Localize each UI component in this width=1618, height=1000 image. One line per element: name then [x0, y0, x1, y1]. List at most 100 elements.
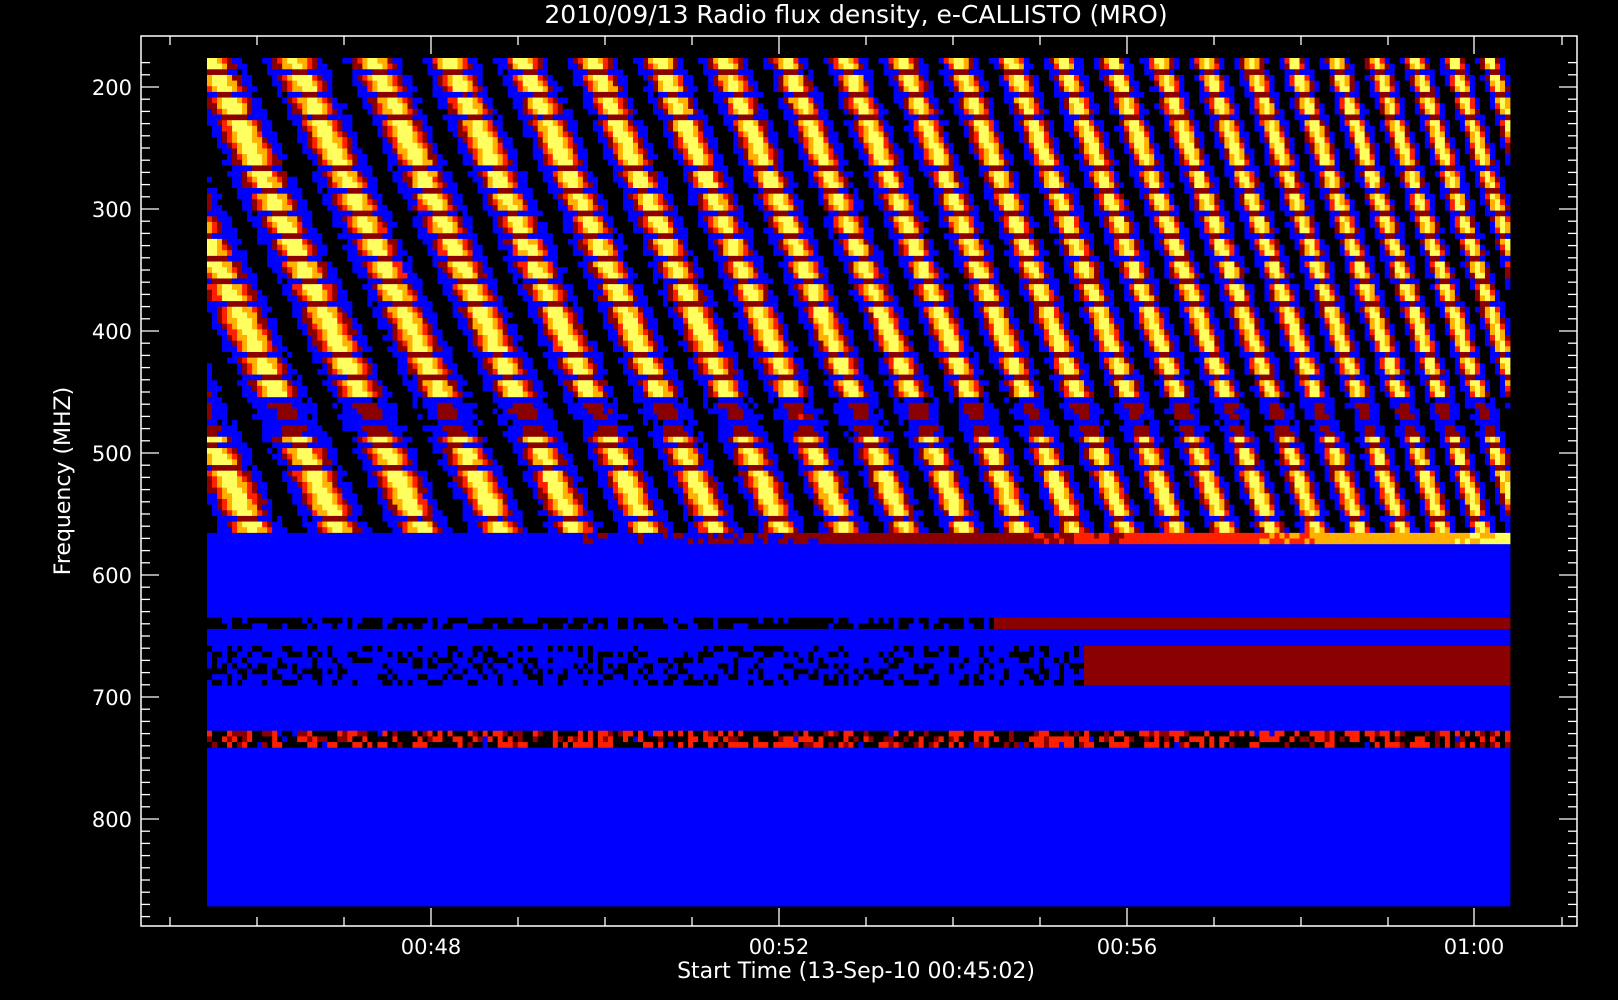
- heatmap-cell: [292, 137, 297, 143]
- heatmap-cell: [713, 154, 718, 160]
- heatmap-cell: [1320, 81, 1325, 87]
- heatmap-cell: [929, 86, 934, 92]
- heatmap-cell: [999, 92, 1004, 98]
- heatmap-cell: [1405, 143, 1410, 149]
- heatmap-cell: [237, 69, 242, 75]
- heatmap-cell: [1320, 143, 1325, 149]
- heatmap-cell: [1365, 98, 1370, 104]
- heatmap-cell: [1325, 137, 1330, 143]
- heatmap-cell: [1214, 69, 1219, 75]
- heatmap-cell: [1169, 154, 1174, 160]
- heatmap-cell: [1104, 98, 1109, 104]
- heatmap-cell: [483, 75, 488, 81]
- heatmap-cell: [708, 75, 713, 81]
- heatmap-cell: [1300, 92, 1305, 98]
- heatmap-cell: [538, 64, 543, 70]
- heatmap-cell: [1295, 98, 1300, 104]
- heatmap-cell: [528, 69, 533, 75]
- heatmap-cell: [322, 103, 327, 109]
- heatmap-cell: [1014, 103, 1019, 109]
- heatmap-cell: [808, 69, 813, 75]
- heatmap-cell: [768, 154, 773, 160]
- heatmap-cell: [1375, 92, 1380, 98]
- heatmap-cell: [909, 69, 914, 75]
- heatmap-cell: [869, 69, 874, 75]
- heatmap-cell: [588, 92, 593, 98]
- heatmap-cell: [864, 75, 869, 81]
- heatmap-cell: [237, 86, 242, 92]
- heatmap-cell: [643, 98, 648, 104]
- heatmap-cell: [929, 98, 934, 104]
- heatmap-cell: [798, 148, 803, 154]
- heatmap-cell: [307, 75, 312, 81]
- heatmap-cell: [833, 131, 838, 137]
- heatmap-cell: [1325, 69, 1330, 75]
- heatmap-cell: [638, 64, 643, 70]
- heatmap-cell: [984, 69, 989, 75]
- heatmap-cell: [703, 69, 708, 75]
- heatmap-cell: [312, 103, 317, 109]
- heatmap-cell: [758, 69, 763, 75]
- heatmap-cell: [638, 58, 643, 64]
- heatmap-cell: [242, 86, 247, 92]
- heatmap-cell: [302, 81, 307, 87]
- heatmap-cell: [1445, 126, 1450, 132]
- heatmap-cell: [282, 131, 287, 137]
- heatmap-cell: [528, 131, 533, 137]
- heatmap-cell: [372, 98, 377, 104]
- heatmap-cell: [1254, 75, 1259, 81]
- heatmap-cell: [488, 131, 493, 137]
- heatmap-cell: [1129, 120, 1134, 126]
- heatmap-cell: [1229, 131, 1234, 137]
- heatmap-cell: [954, 69, 959, 75]
- heatmap-cell: [1189, 98, 1194, 104]
- heatmap-cell: [553, 86, 558, 92]
- heatmap-cell: [1069, 126, 1074, 132]
- heatmap-cell: [989, 69, 994, 75]
- heatmap-cell: [277, 75, 282, 81]
- heatmap-cell: [959, 103, 964, 109]
- heatmap-cell: [412, 137, 417, 143]
- heatmap-cell: [1295, 143, 1300, 149]
- heatmap-cell: [1129, 137, 1134, 143]
- heatmap-cell: [1264, 58, 1269, 64]
- heatmap-cell: [929, 75, 934, 81]
- heatmap-cell: [1254, 148, 1259, 154]
- heatmap-cell: [1415, 148, 1420, 154]
- heatmap-cell: [1034, 143, 1039, 149]
- heatmap-cell: [423, 109, 428, 115]
- heatmap-cell: [478, 126, 483, 132]
- heatmap-cell: [884, 103, 889, 109]
- heatmap-cell: [1355, 92, 1360, 98]
- heatmap-cell: [548, 143, 553, 149]
- heatmap-cell: [1154, 81, 1159, 87]
- heatmap-cell: [879, 58, 884, 64]
- heatmap-cell: [407, 98, 412, 104]
- heatmap-cell: [678, 148, 683, 154]
- heatmap-cell: [392, 160, 397, 166]
- heatmap-cell: [1460, 115, 1465, 121]
- heatmap-cell: [1289, 137, 1294, 143]
- heatmap-cell: [428, 98, 433, 104]
- heatmap-cell: [1194, 98, 1199, 104]
- heatmap-cell: [1475, 86, 1480, 92]
- heatmap-cell: [1320, 75, 1325, 81]
- heatmap-cell: [964, 98, 969, 104]
- heatmap-cell: [302, 126, 307, 132]
- heatmap-cell: [778, 115, 783, 121]
- heatmap-cell: [798, 154, 803, 160]
- heatmap-cell: [498, 98, 503, 104]
- heatmap-cell: [538, 143, 543, 149]
- heatmap-cell: [1435, 109, 1440, 115]
- heatmap-cell: [1330, 98, 1335, 104]
- heatmap-cell: [1269, 75, 1274, 81]
- heatmap-cell: [448, 109, 453, 115]
- heatmap-cell: [843, 69, 848, 75]
- heatmap-cell: [848, 126, 853, 132]
- heatmap-cell: [723, 148, 728, 154]
- heatmap-cell: [1259, 86, 1264, 92]
- heatmap-cell: [1380, 75, 1385, 81]
- heatmap-cell: [578, 154, 583, 160]
- heatmap-cell: [523, 148, 528, 154]
- heatmap-cell: [914, 103, 919, 109]
